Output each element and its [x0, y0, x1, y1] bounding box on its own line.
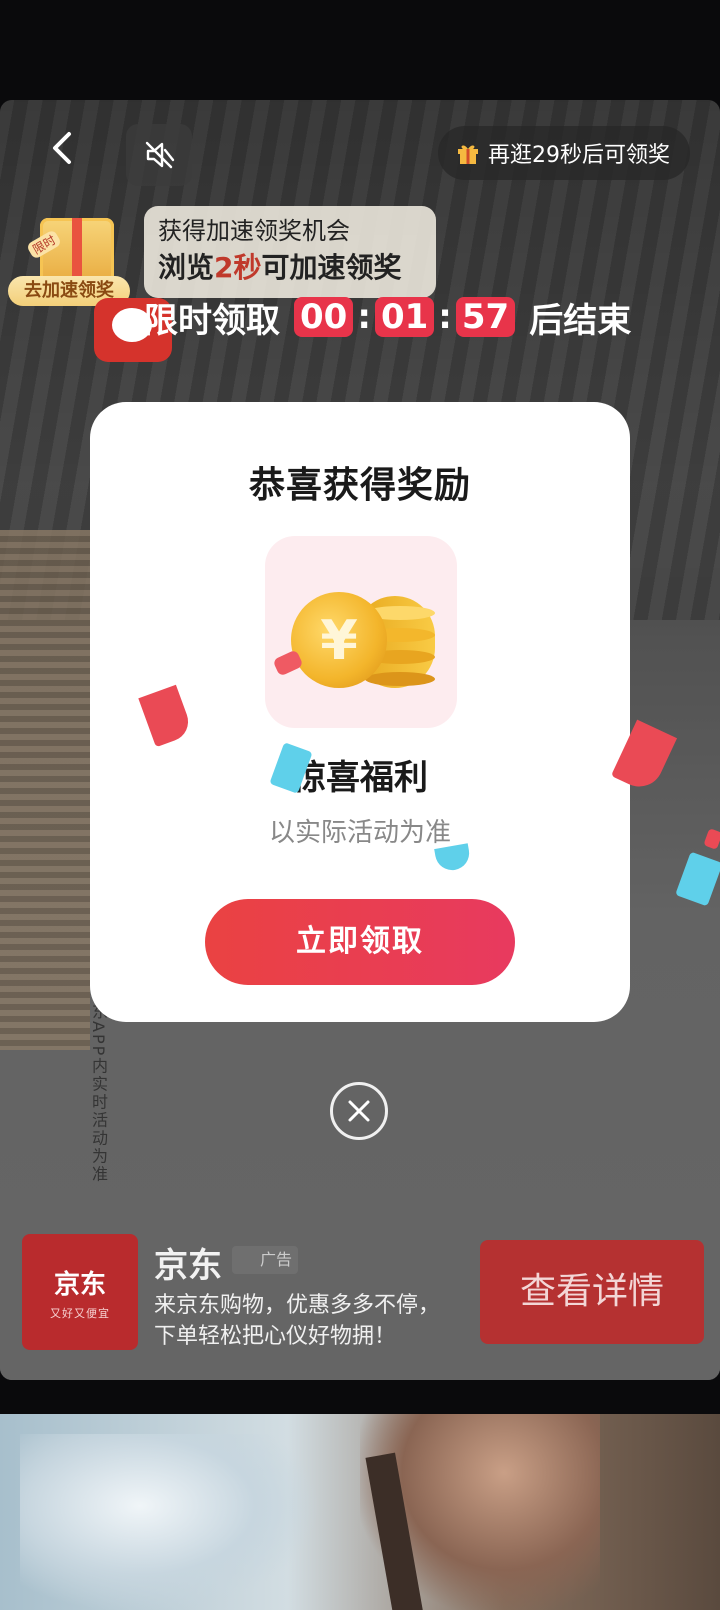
reward-image: ¥	[265, 536, 457, 728]
reward-name: 惊喜福利	[292, 758, 428, 798]
close-icon	[348, 1100, 370, 1122]
back-button[interactable]	[40, 126, 84, 170]
reward-timer-pill: 再逛29秒后可领奖	[438, 126, 690, 180]
promo-tip: 获得加速领奖机会 浏览2秒可加速领奖	[144, 206, 436, 298]
next-video-flower	[20, 1434, 320, 1610]
countdown-separator: :	[357, 297, 371, 337]
yuan-coin-icon: ¥	[291, 592, 387, 688]
coin-symbol: ¥	[320, 608, 358, 672]
reward-timer-text: 再逛29秒后可领奖	[488, 143, 670, 168]
promo-tip-line2: 浏览2秒可加速领奖	[158, 248, 422, 288]
advertiser-name[interactable]: 京东	[154, 1238, 222, 1287]
advertiser-logo-slogan: 又好又便宜	[50, 1306, 110, 1320]
advertiser-logo-brand: 京东	[53, 1269, 106, 1300]
mute-button[interactable]	[126, 124, 192, 186]
speed-reward-badge[interactable]: 限时 去加速领奖	[8, 210, 172, 362]
speaker-muted-icon	[145, 141, 175, 169]
reward-note: 以实际活动为准	[268, 818, 451, 848]
ad-description: 来京东购物，优惠多多不停，下单轻松把心仪好物拥！	[154, 1293, 441, 1349]
video-scene-boxes	[0, 530, 90, 1050]
countdown: 限时领取 00 : 01 : 57 后结束	[144, 294, 632, 341]
close-modal-button[interactable]	[330, 1082, 388, 1140]
countdown-minutes: 01	[374, 297, 435, 337]
chevron-left-icon	[53, 132, 71, 164]
promo-tip-highlight: 2秒	[214, 251, 262, 284]
countdown-prefix: 限时领取	[144, 300, 280, 341]
gift-icon	[458, 145, 478, 164]
countdown-seconds: 57	[455, 297, 516, 337]
promo-tip-prefix: 浏览	[158, 251, 215, 284]
claim-button[interactable]: 立即领取	[205, 899, 515, 985]
next-video-preview[interactable]	[0, 1414, 720, 1610]
countdown-hours: 00	[294, 297, 354, 337]
countdown-suffix: 后结束	[529, 300, 632, 341]
advertiser-logo[interactable]: 京东 又好又便宜	[22, 1234, 138, 1350]
promo-tip-line1: 获得加速领奖机会	[158, 217, 350, 245]
countdown-separator: :	[438, 297, 452, 337]
ad-tag: 广告	[232, 1246, 298, 1274]
view-details-button[interactable]: 查看详情	[480, 1240, 704, 1344]
modal-title: 恭喜获得奖励	[248, 465, 471, 506]
promo-tip-suffix: 可加速领奖	[261, 251, 402, 284]
